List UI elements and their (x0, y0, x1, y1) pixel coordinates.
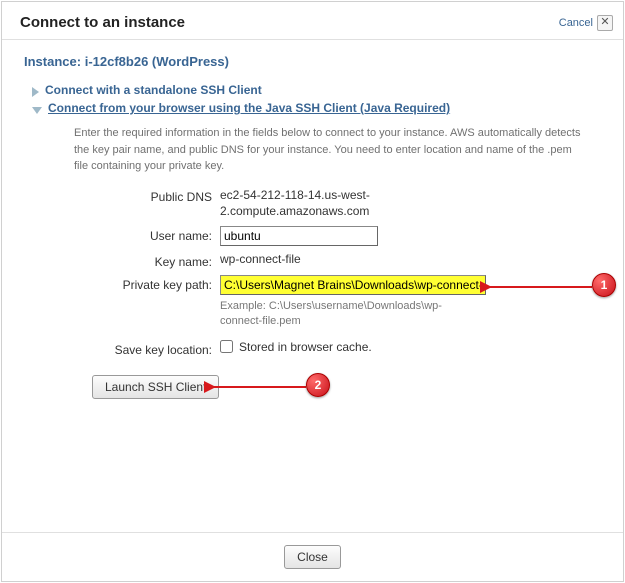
close-icon[interactable]: ✕ (597, 15, 613, 31)
chevron-down-icon (32, 107, 42, 114)
row-username: User name: (24, 226, 601, 246)
callout-2: 2 (306, 373, 330, 397)
cancel-link[interactable]: Cancel (559, 17, 593, 29)
label-username: User name: (24, 226, 220, 243)
save-key-checkbox[interactable] (220, 340, 233, 353)
instance-id: i-12cf8b26 (WordPress) (85, 54, 229, 69)
dialog-content: Instance: i-12cf8b26 (WordPress) Connect… (2, 40, 623, 532)
dialog-title: Connect to an instance (20, 14, 185, 31)
private-key-path-input[interactable] (220, 275, 486, 295)
row-public-dns: Public DNS ec2-54-212-118-14.us-west-2.c… (24, 187, 601, 221)
username-input[interactable] (220, 226, 378, 246)
instance-label: Instance: (24, 54, 81, 69)
launch-ssh-button[interactable]: Launch SSH Client (92, 375, 219, 399)
option-java-label: Connect from your browser using the Java… (48, 101, 450, 115)
help-text: Enter the required information in the fi… (74, 125, 584, 175)
row-keyname: Key name: wp-connect-file (24, 252, 601, 269)
example-keypath: Example: C:\Users\username\Downloads\wp-… (220, 299, 480, 330)
label-savekey: Save key location: (24, 340, 220, 357)
close-button[interactable]: Close (284, 545, 341, 569)
label-keypath: Private key path: (24, 275, 220, 292)
save-key-checkbox-label: Stored in browser cache. (239, 340, 372, 354)
instance-info: Instance: i-12cf8b26 (WordPress) (24, 54, 601, 69)
row-private-key-path: Private key path: Example: C:\Users\user… (24, 275, 601, 330)
dialog-footer: Close (2, 532, 623, 581)
row-save-key: Save key location: Stored in browser cac… (24, 340, 601, 357)
label-keyname: Key name: (24, 252, 220, 269)
chevron-right-icon (32, 87, 39, 97)
value-keyname: wp-connect-file (220, 252, 601, 266)
callout-1: 1 (592, 273, 616, 297)
value-public-dns: ec2-54-212-118-14.us-west-2.compute.amaz… (220, 187, 480, 221)
dialog-header: Connect to an instance Cancel ✕ (2, 2, 623, 40)
label-public-dns: Public DNS (24, 187, 220, 204)
option-standalone-ssh[interactable]: Connect with a standalone SSH Client (24, 83, 601, 97)
option-java-ssh[interactable]: Connect from your browser using the Java… (24, 101, 601, 115)
option-standalone-label: Connect with a standalone SSH Client (45, 83, 262, 97)
